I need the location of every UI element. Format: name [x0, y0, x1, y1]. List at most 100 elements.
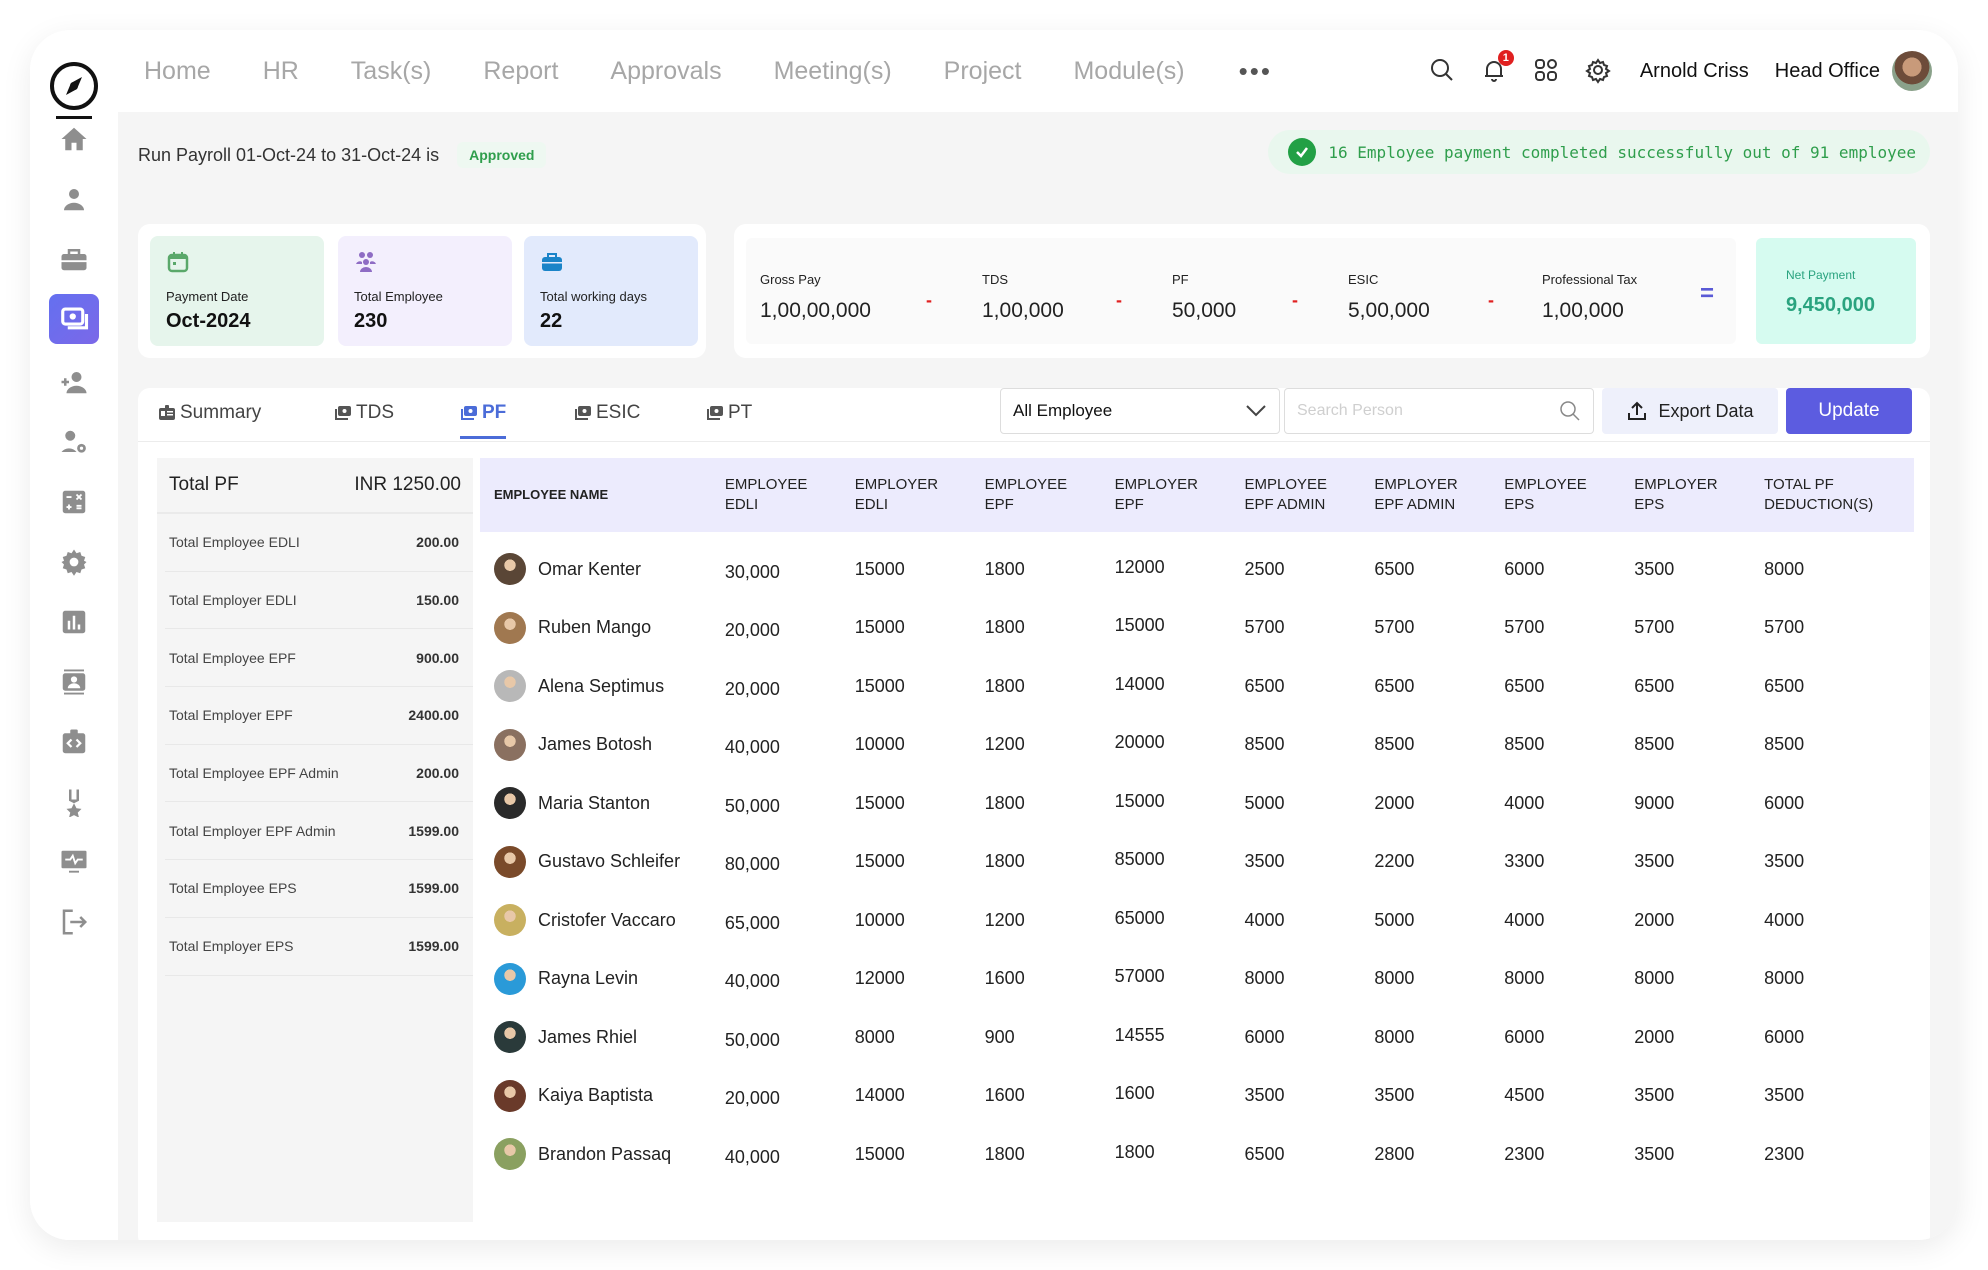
nav-report[interactable]: Report [483, 57, 558, 86]
column-header[interactable]: Employee EPS [1504, 475, 1634, 515]
search-button[interactable] [1428, 56, 1458, 86]
employee-name[interactable]: Kaiya Baptista [538, 1085, 653, 1106]
employee-name[interactable]: Alena Septimus [538, 676, 664, 697]
summary-label: Total Employee EDLI [169, 534, 300, 551]
nav-approvals[interactable]: Approvals [610, 57, 721, 86]
settings-button[interactable] [1584, 56, 1614, 86]
sidebar-item-profile[interactable] [49, 174, 99, 224]
column-header[interactable]: Employee EPF Admin [1244, 475, 1374, 515]
nav-home[interactable]: Home [144, 57, 211, 86]
sidebar-item-calculator[interactable] [49, 477, 99, 527]
sidebar-item-add-user[interactable] [49, 357, 99, 407]
user-name[interactable]: Arnold Criss [1640, 60, 1749, 83]
search-person-field[interactable] [1284, 388, 1594, 434]
tab-tds[interactable]: TDS [334, 402, 394, 436]
employee-name[interactable]: Gustavo Schleifer [538, 851, 680, 872]
column-header[interactable]: Employer EPF Admin [1374, 475, 1504, 515]
value-cell: 8000 [1764, 968, 1805, 989]
table-row[interactable]: Kaiya Baptista 20,000 14000 1600 1600 3500 350… [480, 1067, 1914, 1126]
nav-project[interactable]: Project [944, 57, 1022, 86]
employee-name[interactable]: Cristofer Vaccaro [538, 910, 676, 931]
employee-avatar [494, 553, 526, 586]
nav-tasks[interactable]: Task(s) [351, 57, 432, 86]
table-row[interactable]: James Botosh 40,000 10000 1200 20000 8500 8500… [480, 716, 1914, 775]
sidebar-item-logout[interactable] [49, 897, 99, 947]
column-header[interactable]: Total PF Deduction(s) [1764, 475, 1914, 515]
table-row[interactable]: Alena Septimus 20,000 15000 1800 14000 6500 65… [480, 657, 1914, 716]
column-header[interactable]: Employee EDLI [725, 475, 855, 515]
column-header[interactable]: Employer EDLI [855, 475, 985, 515]
tab-esic[interactable]: ESIC [574, 402, 640, 436]
user-avatar[interactable] [1892, 51, 1932, 91]
employee-name[interactable]: James Rhiel [538, 1027, 637, 1048]
employee-name[interactable]: Ruben Mango [538, 617, 651, 638]
value-cell: 5700 [1244, 617, 1285, 638]
employee-name[interactable]: Maria Stanton [538, 793, 650, 814]
value-cell: 8000 [1504, 968, 1545, 989]
table-row[interactable]: Brandon Passaq 40,000 15000 1800 1800 6500 280… [480, 1125, 1914, 1184]
employee-name[interactable]: Brandon Passaq [538, 1144, 671, 1165]
sidebar-item-developer[interactable] [49, 717, 99, 767]
employee-filter-select[interactable]: All Employee [1000, 388, 1280, 434]
value-cell: 2000 [1634, 1026, 1675, 1047]
sidebar-item-home[interactable] [49, 114, 99, 164]
sidebar-item-reports[interactable] [49, 597, 99, 647]
apps-button[interactable] [1532, 56, 1562, 86]
value-cell: 15000 [854, 792, 905, 813]
value-cell: 4000 [1764, 909, 1805, 930]
column-header[interactable]: Employer EPF [1115, 475, 1245, 515]
search-person-input[interactable] [1297, 402, 1559, 420]
sidebar-item-monitor[interactable] [49, 837, 99, 887]
value-cell: 15000 [854, 617, 905, 638]
notifications-button[interactable]: 1 [1480, 50, 1514, 86]
table-row[interactable]: Omar Kenter 30,000 15000 1800 12000 2500 6500 6… [480, 540, 1914, 599]
header-line: Employee [1504, 476, 1587, 493]
nav-modules[interactable]: Module(s) [1073, 57, 1184, 86]
summary-value: 1599.00 [408, 938, 459, 955]
export-data-button[interactable]: Export Data [1602, 388, 1778, 434]
tab-summary[interactable]: Summary [158, 402, 261, 436]
compass-logo-icon[interactable] [48, 60, 100, 112]
employee-name[interactable]: James Botosh [538, 734, 652, 755]
table-row[interactable]: Rayna Levin 40,000 12000 1600 57000 8000 8000 8… [480, 950, 1914, 1009]
sidebar-item-awards[interactable] [49, 777, 99, 827]
employee-name[interactable]: Rayna Levin [538, 968, 638, 989]
header-line: Employer [1114, 476, 1198, 493]
office-selector[interactable]: Head Office [1775, 60, 1880, 83]
summary-label: Total Employee EPF [169, 649, 296, 666]
calc-value: 1,00,000 [982, 299, 1064, 322]
payment-date-card: Payment Date Oct-2024 [150, 236, 324, 346]
export-data-label: Export Data [1658, 400, 1754, 421]
sidebar-item-jobs[interactable] [49, 234, 99, 284]
value-cell: 6500 [1374, 558, 1415, 579]
value-cell: 65,000 [724, 912, 780, 933]
sidebar-item-contacts[interactable] [49, 657, 99, 707]
tab-pt[interactable]: PT [706, 402, 752, 436]
apps-grid-icon [1534, 59, 1557, 81]
sidebar-item-user-settings[interactable] [49, 417, 99, 467]
table-row[interactable]: Ruben Mango 20,000 15000 1800 15000 5700 5700 5… [480, 599, 1914, 658]
nav-meetings[interactable]: Meeting(s) [774, 57, 892, 86]
tab-pf[interactable]: PF [460, 402, 507, 439]
table-row[interactable]: Maria Stanton 50,000 15000 1800 15000 5000 200… [480, 774, 1914, 833]
calc-label: Gross Pay [760, 272, 821, 287]
nav-hr[interactable]: HR [263, 57, 299, 86]
sidebar-item-payroll[interactable] [49, 294, 99, 344]
table-row[interactable]: Gustavo Schleifer 80,000 15000 1800 85000 350… [480, 833, 1914, 892]
value-cell: 6500 [1374, 675, 1415, 696]
payroll-stats: Payment Date Oct-2024 Total Employee 230… [138, 224, 706, 358]
tab-label: PF [482, 402, 507, 423]
update-button[interactable]: Update [1786, 388, 1912, 434]
more-menu-icon[interactable]: ••• [1239, 56, 1272, 87]
gear-icon [61, 549, 87, 576]
summary-label: Total Employee EPS [169, 880, 297, 897]
employee-name[interactable]: Omar Kenter [538, 559, 641, 580]
column-header[interactable]: Employee Name [480, 485, 725, 505]
column-header[interactable]: Employee EPF [985, 475, 1115, 515]
sidebar-item-settings[interactable] [49, 537, 99, 587]
tab-label: PT [728, 402, 753, 423]
value-cell: 40,000 [724, 971, 780, 992]
column-header[interactable]: Employer EPS [1634, 475, 1764, 515]
table-row[interactable]: James Rhiel 50,000 8000 900 14555 6000 8000 600… [480, 1008, 1914, 1067]
table-row[interactable]: Cristofer Vaccaro 65,000 10000 1200 65000 400… [480, 891, 1914, 950]
